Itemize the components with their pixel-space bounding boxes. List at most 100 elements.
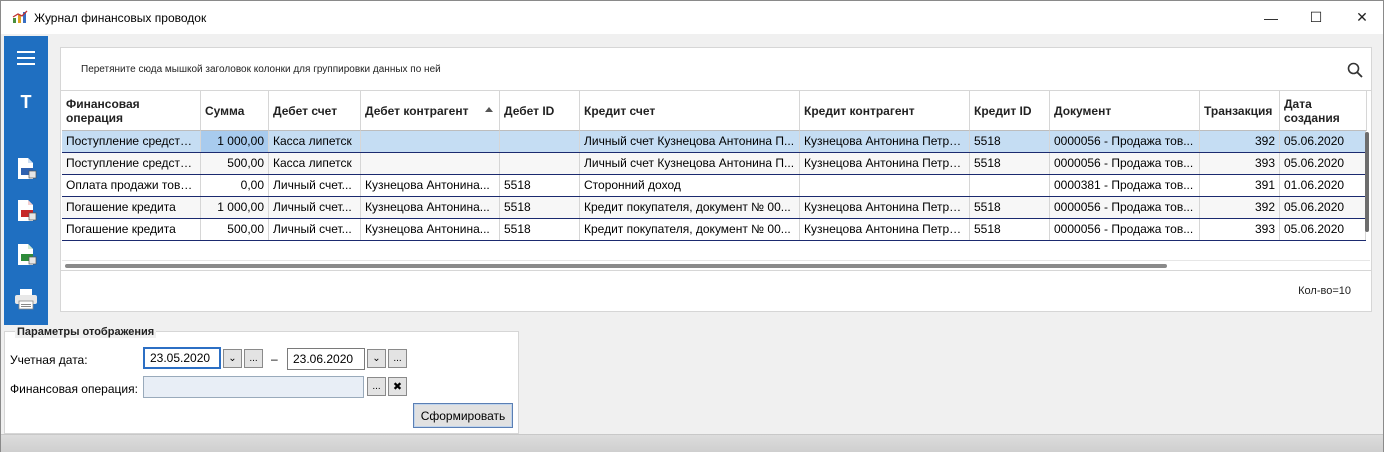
cell-amount: 1 000,00 bbox=[201, 197, 269, 218]
col-header-amount[interactable]: Сумма bbox=[201, 91, 269, 131]
vertical-scrollbar[interactable] bbox=[1365, 132, 1369, 232]
operation-label: Финансовая операция: bbox=[10, 382, 138, 396]
clear-icon[interactable]: ✖ bbox=[388, 377, 407, 396]
col-header-label: Дебет контрагент bbox=[365, 103, 469, 118]
cell-document: 0000056 - Продажа тов... bbox=[1050, 219, 1200, 240]
chart-app-icon bbox=[12, 10, 28, 23]
cell-debit-counterparty: Кузнецова Антонина... bbox=[361, 219, 500, 240]
col-header-debit-account[interactable]: Дебет счет bbox=[269, 91, 361, 131]
table-row[interactable]: Оплата продажи това... 0,00 Личный счет.… bbox=[62, 175, 1366, 197]
group-hint: Перетяните сюда мышкой заголовок колонки… bbox=[81, 64, 441, 75]
cell-credit-counterparty: Кузнецова Антонина Петро... bbox=[800, 219, 970, 240]
cell-credit-counterparty: Кузнецова Антонина Петро... bbox=[800, 131, 970, 152]
cell-debit-counterparty bbox=[361, 131, 500, 152]
cell-credit-account: Кредит покупателя, документ № 00... bbox=[580, 219, 800, 240]
export-pdf-icon[interactable] bbox=[4, 198, 48, 224]
col-header-credit-account[interactable]: Кредит счет bbox=[580, 91, 800, 131]
app-window: Журнал финансовых проводок — ☐ ✕ T Перет… bbox=[0, 0, 1384, 452]
date-from-dropdown-icon[interactable]: ⌄ bbox=[223, 349, 242, 368]
maximize-button[interactable]: ☐ bbox=[1293, 1, 1339, 34]
cell-credit-account: Кредит покупателя, документ № 00... bbox=[580, 197, 800, 218]
col-header-credit-id[interactable]: Кредит ID bbox=[970, 91, 1050, 131]
date-range-dash: – bbox=[271, 352, 278, 366]
row-count: Кол-во=10 bbox=[1298, 285, 1351, 297]
cell-debit-counterparty bbox=[361, 153, 500, 174]
search-icon[interactable] bbox=[1347, 62, 1363, 78]
table-row[interactable]: Поступление средств... 1 000,00 Касса ли… bbox=[62, 131, 1366, 153]
cell-debit-counterparty: Кузнецова Антонина... bbox=[361, 197, 500, 218]
col-header-transaction[interactable]: Транзакция bbox=[1200, 91, 1280, 131]
data-grid: Перетяните сюда мышкой заголовок колонки… bbox=[60, 47, 1372, 312]
cell-credit-id: 5518 bbox=[970, 197, 1050, 218]
cell-credit-counterparty: Кузнецова Антонина Петро... bbox=[800, 153, 970, 174]
cell-amount: 1 000,00 bbox=[201, 131, 269, 152]
cell-debit-id bbox=[500, 153, 580, 174]
cell-created-date: 05.06.2020 bbox=[1280, 219, 1366, 240]
date-from-input[interactable]: 23.05.2020 bbox=[143, 347, 221, 369]
date-to-ellipsis-button[interactable]: ... bbox=[388, 349, 407, 368]
date-to-dropdown-icon[interactable]: ⌄ bbox=[367, 349, 386, 368]
cell-credit-counterparty: Кузнецова Антонина Петро... bbox=[800, 197, 970, 218]
cell-document: 0000056 - Продажа тов... bbox=[1050, 197, 1200, 218]
cell-debit-id: 5518 bbox=[500, 197, 580, 218]
sidebar: T bbox=[4, 36, 48, 325]
cell-document: 0000381 - Продажа тов... bbox=[1050, 175, 1200, 196]
cell-credit-id: 5518 bbox=[970, 153, 1050, 174]
group-panel[interactable]: Перетяните сюда мышкой заголовок колонки… bbox=[61, 48, 1371, 91]
cell-debit-account: Личный счет... bbox=[269, 175, 361, 196]
col-header-credit-counterparty[interactable]: Кредит контрагент bbox=[800, 91, 970, 131]
cell-debit-account: Личный счет... bbox=[269, 219, 361, 240]
table-row-partial bbox=[62, 241, 1366, 247]
horizontal-scroll-thumb[interactable] bbox=[65, 264, 1167, 268]
status-strip bbox=[1, 434, 1383, 452]
minimize-button[interactable]: — bbox=[1248, 1, 1294, 34]
cell-operation: Поступление средств... bbox=[62, 153, 201, 174]
cell-credit-id bbox=[970, 175, 1050, 196]
col-header-document[interactable]: Документ bbox=[1050, 91, 1200, 131]
cell-debit-counterparty: Кузнецова Антонина... bbox=[361, 175, 500, 196]
print-icon[interactable] bbox=[4, 286, 48, 312]
col-header-created-date[interactable]: Дата создания bbox=[1280, 91, 1367, 131]
horizontal-scrollbar[interactable] bbox=[62, 260, 1370, 270]
export-word-icon[interactable] bbox=[4, 156, 48, 182]
generate-button[interactable]: Сформировать bbox=[413, 403, 513, 428]
menu-icon[interactable] bbox=[4, 46, 48, 70]
col-header-debit-counterparty[interactable]: Дебет контрагент bbox=[361, 91, 500, 131]
title-bar: Журнал финансовых проводок — ☐ ✕ bbox=[1, 1, 1383, 34]
cell-document: 0000056 - Продажа тов... bbox=[1050, 153, 1200, 174]
window-title: Журнал финансовых проводок bbox=[34, 11, 207, 25]
col-header-debit-id[interactable]: Дебет ID bbox=[500, 91, 580, 131]
table-row[interactable]: Погашение кредита 1 000,00 Личный счет..… bbox=[62, 197, 1366, 219]
cell-credit-id: 5518 bbox=[970, 131, 1050, 152]
cell-transaction: 391 bbox=[1200, 175, 1280, 196]
cell-transaction: 393 bbox=[1200, 219, 1280, 240]
cell-debit-id bbox=[500, 131, 580, 152]
export-excel-icon[interactable] bbox=[4, 242, 48, 268]
cell-transaction: 392 bbox=[1200, 197, 1280, 218]
text-icon[interactable]: T bbox=[4, 90, 48, 114]
cell-created-date: 05.06.2020 bbox=[1280, 153, 1366, 174]
cell-created-date: 05.06.2020 bbox=[1280, 197, 1366, 218]
date-to-input[interactable]: 23.06.2020 bbox=[287, 348, 365, 370]
date-label: Учетная дата: bbox=[10, 353, 88, 367]
col-header-operation[interactable]: Финансовая операция bbox=[62, 91, 201, 131]
cell-credit-account: Сторонний доход bbox=[580, 175, 800, 196]
cell-amount: 0,00 bbox=[201, 175, 269, 196]
cell-amount: 500,00 bbox=[201, 153, 269, 174]
close-button[interactable]: ✕ bbox=[1339, 1, 1384, 34]
cell-created-date: 05.06.2020 bbox=[1280, 131, 1366, 152]
cell-credit-counterparty bbox=[800, 175, 970, 196]
cell-operation: Оплата продажи това... bbox=[62, 175, 201, 196]
table-row[interactable]: Погашение кредита 500,00 Личный счет... … bbox=[62, 219, 1366, 241]
display-params-panel: Параметры отображения Учетная дата: 23.0… bbox=[4, 326, 519, 434]
cell-operation: Погашение кредита bbox=[62, 219, 201, 240]
cell-transaction: 392 bbox=[1200, 131, 1280, 152]
table-row[interactable]: Поступление средств... 500,00 Касса липе… bbox=[62, 153, 1366, 175]
date-from-ellipsis-button[interactable]: ... bbox=[244, 349, 263, 368]
cell-amount: 500,00 bbox=[201, 219, 269, 240]
operation-ellipsis-button[interactable]: ... bbox=[367, 377, 386, 396]
cell-debit-account: Касса липетск bbox=[269, 131, 361, 152]
cell-credit-account: Личный счет Кузнецова Антонина П... bbox=[580, 131, 800, 152]
operation-input[interactable] bbox=[143, 376, 364, 398]
sort-ascending-icon bbox=[485, 107, 493, 112]
